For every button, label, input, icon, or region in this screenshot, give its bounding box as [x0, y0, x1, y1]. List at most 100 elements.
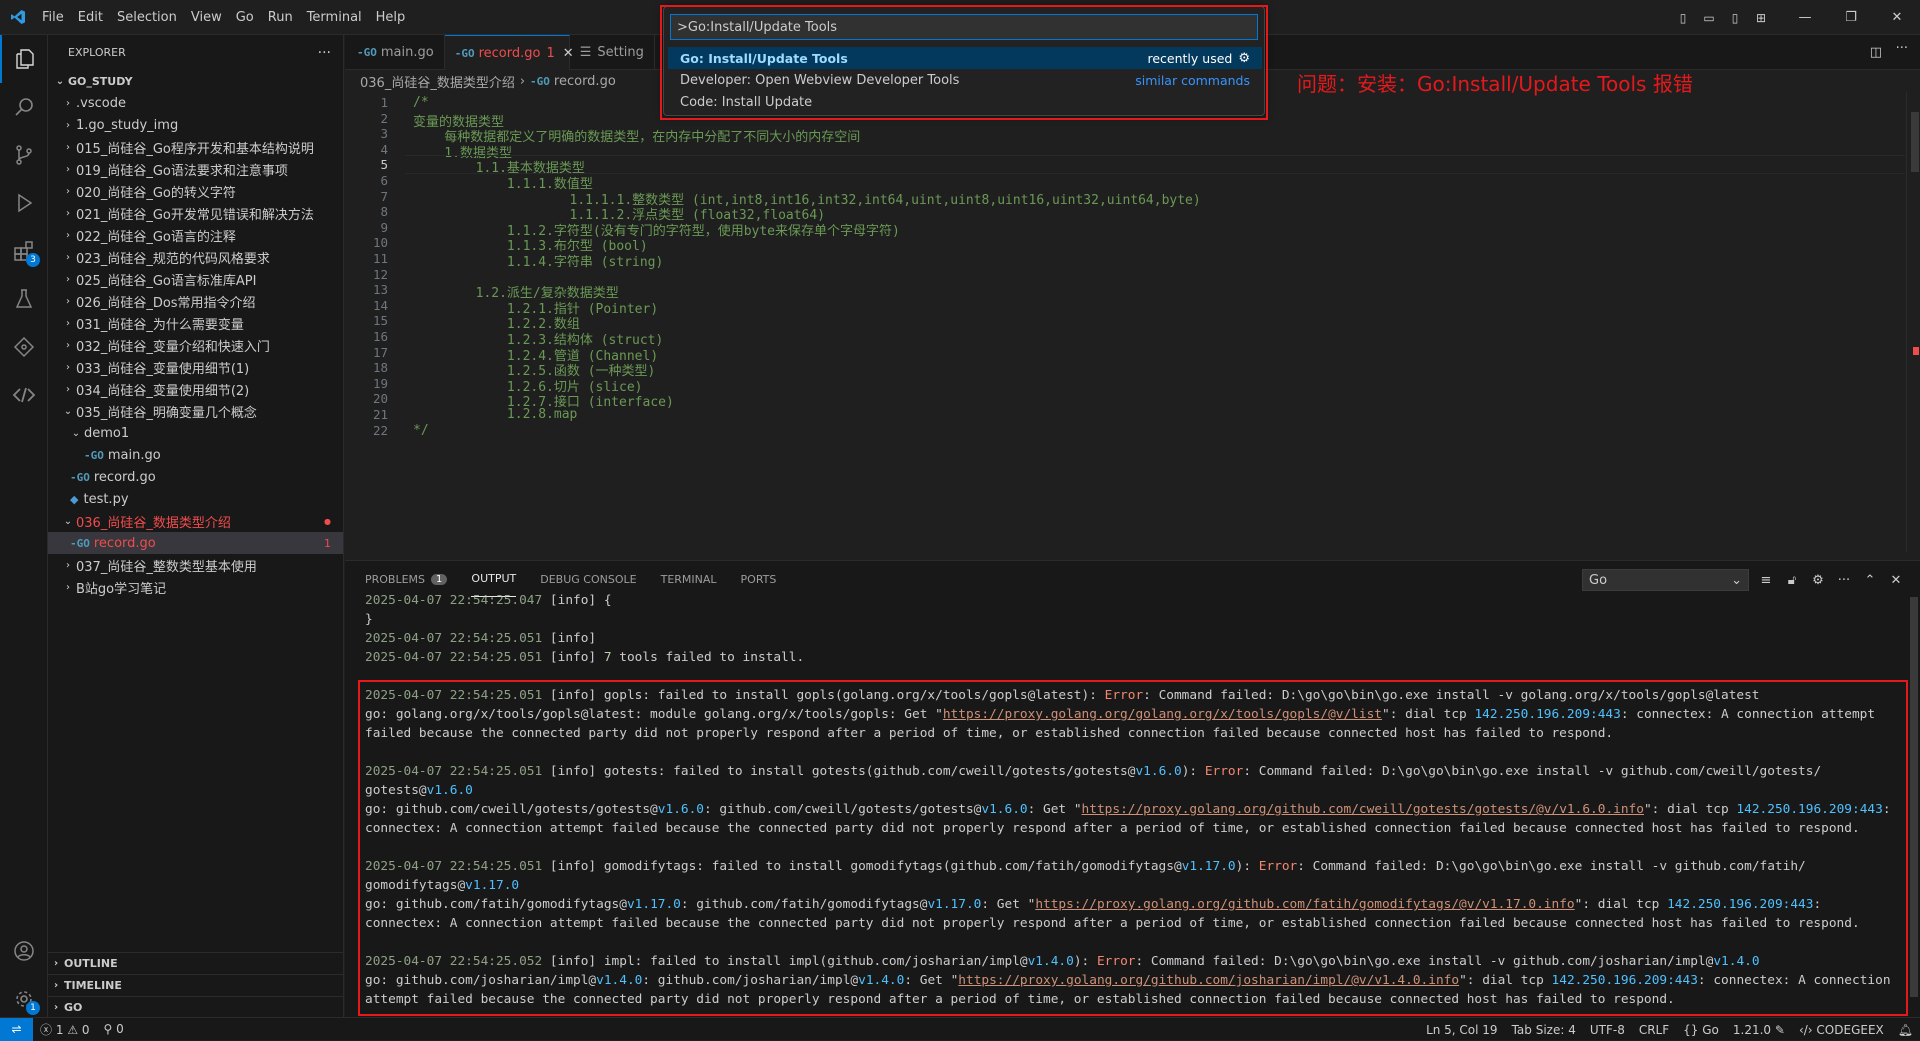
- split-editor-icon[interactable]: ◫: [1870, 45, 1882, 60]
- toggle-primary-sidebar-icon[interactable]: ▯: [1670, 0, 1696, 35]
- go-section[interactable]: › GO: [48, 996, 344, 1018]
- breadcrumb-folder[interactable]: 036_尚硅谷_数据类型介绍: [360, 72, 515, 91]
- menu-file[interactable]: File: [35, 0, 71, 35]
- editor-scrollbar[interactable]: [1906, 92, 1919, 552]
- tree-folder[interactable]: › .vscode: [48, 92, 343, 114]
- tree-folder[interactable]: › 019_尚硅谷_Go语法要求和注意事项: [48, 158, 343, 180]
- output-link[interactable]: https://proxy.golang.org/github.com/fati…: [1035, 897, 1574, 912]
- output-link[interactable]: https://proxy.golang.org/github.com/josh…: [958, 973, 1459, 988]
- palette-item-webview-devtools[interactable]: Developer: Open Webview Developer Tools …: [668, 69, 1262, 91]
- workspace-root[interactable]: ⌄ GO_STUDY: [48, 70, 343, 92]
- timeline-section[interactable]: › TIMELINE: [48, 974, 344, 996]
- tree-folder[interactable]: › 1.go_study_img: [48, 114, 343, 136]
- outline-section[interactable]: › OUTLINE: [48, 952, 344, 974]
- output-channel-select[interactable]: Go ⌄: [1582, 569, 1749, 591]
- tree-file[interactable]: ◆ test.py: [48, 488, 343, 510]
- command-palette-input[interactable]: >Go:Install/Update Tools: [670, 14, 1258, 40]
- palette-item-install-update-tools[interactable]: Go: Install/Update Tools recently used ⚙: [668, 47, 1262, 69]
- restore-icon[interactable]: ❐: [1828, 0, 1874, 35]
- tree-folder[interactable]: ⌄ 036_尚硅谷_数据类型介绍 ●: [48, 510, 343, 532]
- menu-selection[interactable]: Selection: [110, 0, 184, 35]
- customize-layout-icon[interactable]: ⊞: [1748, 0, 1774, 35]
- explorer-icon[interactable]: [0, 35, 48, 83]
- tree-folder[interactable]: › B站go学习笔记: [48, 576, 343, 598]
- tab-settings[interactable]: ☰ Setting: [570, 35, 655, 70]
- output-text: connectex: A connection attempt failed b…: [365, 821, 1860, 836]
- tree-folder[interactable]: › 023_尚硅谷_规范的代码风格要求: [48, 246, 343, 268]
- tree-file[interactable]: -GO record.go 1: [48, 532, 343, 554]
- output-link[interactable]: https://proxy.golang.org/github.com/cwei…: [1082, 802, 1644, 817]
- more-actions-icon[interactable]: ···: [318, 45, 331, 61]
- chevron-right-icon: ›: [66, 119, 70, 131]
- cursor-position[interactable]: Ln 5, Col 19: [1419, 1023, 1505, 1037]
- configure-keybinding-gear-icon[interactable]: ⚙: [1238, 51, 1250, 66]
- run-debug-icon[interactable]: [0, 179, 48, 227]
- problems-status[interactable]: ⓧ 1 ⚠ 0: [33, 1021, 97, 1038]
- menu-terminal[interactable]: Terminal: [300, 0, 369, 35]
- tree-folder[interactable]: › 025_尚硅谷_Go语言标准库API: [48, 268, 343, 290]
- codegeex-status[interactable]: ‹/› CODEGEEX: [1792, 1023, 1891, 1037]
- tree-folder[interactable]: › 022_尚硅谷_Go语言的注释: [48, 224, 343, 246]
- tree-folder[interactable]: › 032_尚硅谷_变量介绍和快速入门: [48, 334, 343, 356]
- toggle-panel-icon[interactable]: ▭: [1696, 0, 1722, 35]
- tree-folder[interactable]: › 020_尚硅谷_Go的转义字符: [48, 180, 343, 202]
- tree-folder[interactable]: › 037_尚硅谷_整数类型基本使用: [48, 554, 343, 576]
- tree-folder[interactable]: › 031_尚硅谷_为什么需要变量: [48, 312, 343, 334]
- panel-more-actions-icon[interactable]: ···: [1833, 569, 1855, 591]
- menu-go[interactable]: Go: [229, 0, 261, 35]
- output-text: : Command failed: D:\go\go\bin\go.exe in…: [1135, 954, 1714, 969]
- tree-folder[interactable]: ⌄ 035_尚硅谷_明确变量几个概念: [48, 400, 343, 422]
- menu-edit[interactable]: Edit: [71, 0, 110, 35]
- breadcrumb-file[interactable]: record.go: [554, 74, 616, 89]
- git-graph-icon[interactable]: [0, 323, 48, 371]
- search-icon[interactable]: [0, 83, 48, 131]
- menu-view[interactable]: View: [184, 0, 229, 35]
- ports-status[interactable]: ⚲ 0: [97, 1022, 131, 1036]
- codegeex-icon[interactable]: [0, 371, 48, 419]
- tree-folder[interactable]: › 033_尚硅谷_变量使用细节(1): [48, 356, 343, 378]
- source-control-icon[interactable]: [0, 131, 48, 179]
- chevron-right-icon: ›: [66, 251, 70, 263]
- close-panel-icon[interactable]: ✕: [1885, 569, 1907, 591]
- file-encoding[interactable]: UTF-8: [1583, 1023, 1632, 1037]
- go-file-icon: -GO: [454, 46, 475, 60]
- tab-size[interactable]: Tab Size: 4: [1505, 1023, 1583, 1037]
- tree-file[interactable]: -GO record.go: [48, 466, 343, 488]
- remote-indicator-icon[interactable]: ⇌: [0, 1017, 33, 1041]
- minimize-icon[interactable]: —: [1782, 0, 1828, 35]
- tree-folder[interactable]: › 034_尚硅谷_变量使用细节(2): [48, 378, 343, 400]
- notifications-bell-icon[interactable]: 🔔︎: [1891, 1023, 1920, 1037]
- manage-gear-icon[interactable]: 1: [0, 975, 48, 1023]
- output-settings-gear-icon[interactable]: ⚙: [1807, 569, 1829, 591]
- end-of-line[interactable]: CRLF: [1632, 1023, 1676, 1037]
- testing-icon[interactable]: [0, 275, 48, 323]
- tree-folder[interactable]: › 015_尚硅谷_Go程序开发和基本结构说明: [48, 136, 343, 158]
- extensions-icon[interactable]: 3: [0, 227, 48, 275]
- tree-folder[interactable]: ⌄ demo1: [48, 422, 343, 444]
- language-mode[interactable]: {} Go: [1676, 1023, 1726, 1037]
- toggle-secondary-sidebar-icon[interactable]: ▯: [1722, 0, 1748, 35]
- output-scrollbar[interactable]: [1908, 597, 1918, 1017]
- clear-output-icon[interactable]: ≡: [1755, 569, 1777, 591]
- chevron-right-icon: ›: [66, 163, 70, 175]
- close-window-icon[interactable]: ✕: [1874, 0, 1920, 35]
- tree-file[interactable]: -GO main.go: [48, 444, 343, 466]
- code-editor[interactable]: 1/* 2 变量的数据类型 3 每种数据都定义了明确的数据类型，在内存中分配了不同大小…: [345, 92, 1920, 562]
- accounts-icon[interactable]: [0, 927, 48, 975]
- output-line: go: github.com/cweill/gotests/gotests@v1…: [365, 800, 1905, 819]
- palette-item-install-update[interactable]: Code: Install Update: [668, 91, 1262, 113]
- tab-main-go[interactable]: -GO main.go: [345, 35, 445, 70]
- go-version[interactable]: 1.21.0 ✎: [1726, 1023, 1792, 1037]
- menu-run[interactable]: Run: [261, 0, 300, 35]
- editor-more-actions-icon[interactable]: ···: [1896, 41, 1908, 56]
- tree-folder[interactable]: › 021_尚硅谷_Go开发常见错误和解决方法: [48, 202, 343, 224]
- lock-scroll-icon[interactable]: 🔓︎: [1781, 569, 1803, 591]
- maximize-panel-icon[interactable]: ⌃: [1859, 569, 1881, 591]
- tab-record-go[interactable]: -GO record.go 1 ✕: [444, 35, 574, 70]
- output-link[interactable]: https://proxy.golang.org/golang.org/x/to…: [943, 707, 1382, 722]
- menu-help[interactable]: Help: [369, 0, 413, 35]
- similar-commands-link[interactable]: similar commands: [1135, 73, 1250, 88]
- tree-folder[interactable]: › 026_尚硅谷_Dos常用指令介绍: [48, 290, 343, 312]
- output-text: v1.6.0: [1135, 764, 1182, 779]
